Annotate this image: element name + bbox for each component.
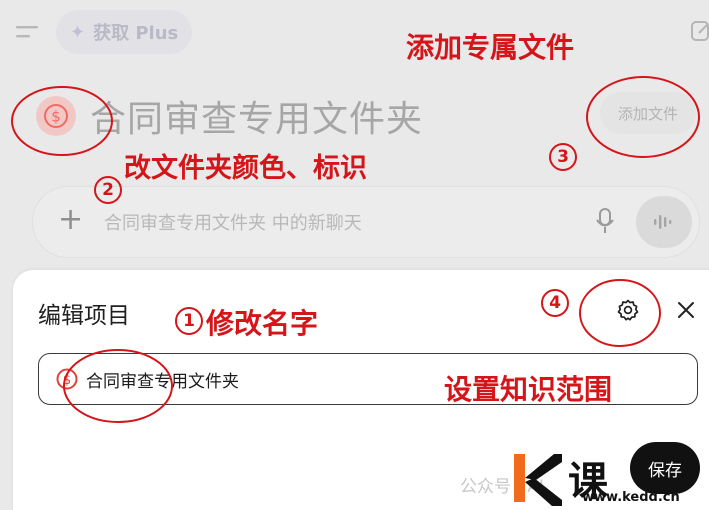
sheet-title: 编辑项目 bbox=[38, 303, 130, 329]
watermark-logo-icon bbox=[514, 454, 562, 506]
annotation-number-4: 4 bbox=[541, 289, 569, 317]
gear-icon bbox=[617, 299, 639, 321]
annotation-number-3: 3 bbox=[549, 143, 577, 171]
voice-mode-button[interactable] bbox=[636, 196, 692, 248]
close-button[interactable] bbox=[672, 296, 700, 324]
voice-mode-icon bbox=[654, 215, 672, 229]
watermark-url: www.kedd.cn bbox=[582, 490, 680, 505]
close-icon bbox=[678, 302, 694, 318]
get-plus-label: 获取 Plus bbox=[93, 23, 179, 44]
annotation-number-1: 1 bbox=[175, 307, 203, 335]
settings-button[interactable] bbox=[612, 294, 644, 326]
annotation-add-file: 添加专属文件 bbox=[406, 31, 575, 64]
annotation-knowledge-scope: 设置知识范围 bbox=[444, 373, 613, 406]
annotation-rename: 修改名字 bbox=[206, 307, 319, 340]
dollar-badge-icon[interactable]: $ bbox=[56, 368, 78, 390]
svg-text:$: $ bbox=[51, 108, 61, 126]
add-file-button[interactable]: 添加文件 bbox=[600, 92, 696, 134]
get-plus-button[interactable]: ✦ 获取 Plus bbox=[56, 10, 192, 54]
plus-icon[interactable]: + bbox=[58, 205, 83, 235]
save-button[interactable]: 保存 bbox=[630, 442, 700, 494]
annotation-number-2: 2 bbox=[94, 176, 122, 204]
folder-badge[interactable]: $ bbox=[36, 96, 76, 136]
composer-placeholder: 合同审查专用文件夹 中的新聊天 bbox=[104, 213, 362, 234]
project-name-input[interactable] bbox=[86, 361, 486, 397]
menu-icon[interactable] bbox=[14, 18, 42, 46]
mic-icon[interactable] bbox=[594, 206, 616, 236]
sparkle-icon: ✦ bbox=[70, 21, 86, 43]
svg-text:$: $ bbox=[63, 373, 71, 388]
dollar-badge-icon: $ bbox=[44, 104, 68, 128]
new-chat-icon[interactable] bbox=[690, 18, 709, 44]
annotation-change-color: 改文件夹颜色、标识 bbox=[124, 153, 367, 184]
folder-title: 合同审查专用文件夹 bbox=[90, 99, 424, 140]
